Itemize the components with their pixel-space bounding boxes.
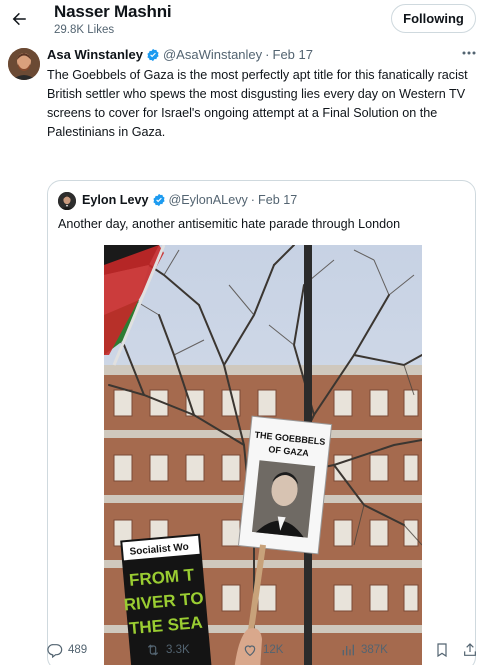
views-count: 387K [361, 644, 388, 656]
tweet-text: The Goebbels of Gaza is the most perfect… [47, 68, 468, 139]
profile-header: Nasser Mashni 29.8K Likes Following [0, 0, 482, 40]
avatar-image [8, 48, 40, 80]
tweet-date[interactable]: Feb 17 [273, 47, 313, 62]
repost-icon [147, 644, 159, 656]
more-icon [462, 51, 476, 55]
author-name[interactable]: Asa Winstanley [47, 47, 143, 62]
separator: · [265, 47, 270, 62]
like-icon [244, 645, 256, 657]
share-icon [464, 643, 476, 656]
reply-button[interactable]: 489 [47, 640, 87, 660]
back-arrow-icon [12, 12, 26, 26]
views-icon [342, 644, 354, 656]
protest-photo: THE GOEBBELS OF GAZA Socialist Wo FROM T… [104, 245, 422, 665]
profile-likes-count: 29.8K Likes [54, 24, 115, 36]
quote-avatar-image [58, 192, 76, 210]
quote-text: Another day, another antisemitic hate pa… [58, 217, 401, 231]
quote-avatar[interactable] [58, 192, 76, 210]
quote-author-handle[interactable]: @EylonALevy [169, 193, 248, 207]
quote-header: Eylon Levy @EylonALevy · Feb 17 [82, 193, 297, 207]
quote-photo[interactable]: THE GOEBBELS OF GAZA Socialist Wo FROM T… [104, 245, 422, 665]
share-button[interactable] [462, 640, 482, 660]
verified-badge-icon [147, 48, 159, 61]
verified-badge-icon [152, 193, 165, 207]
like-button[interactable]: 12K [242, 640, 283, 660]
reply-icon [47, 644, 63, 658]
avatar[interactable] [8, 48, 40, 80]
back-button[interactable] [6, 6, 32, 32]
quote-date[interactable]: Feb 17 [258, 193, 297, 207]
author-handle[interactable]: @AsaWinstanley [163, 47, 262, 62]
repost-count: 3.3K [166, 644, 190, 656]
tweet-header: Asa Winstanley @AsaWinstanley · Feb 17 [47, 47, 313, 62]
views-button[interactable]: 387K [340, 640, 388, 660]
quote-author-name[interactable]: Eylon Levy [82, 193, 149, 207]
quoted-tweet[interactable]: Eylon Levy @EylonALevy · Feb 17 Another … [47, 180, 476, 665]
bookmark-icon [437, 643, 447, 658]
repost-button[interactable]: 3.3K [145, 640, 190, 660]
tweet-actions: 489 3.3K 12K 387K [0, 640, 482, 662]
profile-name: Nasser Mashni [54, 2, 172, 21]
reply-count: 489 [68, 644, 88, 656]
separator: · [250, 193, 255, 207]
following-button[interactable]: Following [391, 4, 476, 33]
more-button[interactable] [460, 46, 478, 60]
bookmark-button[interactable] [434, 640, 455, 660]
like-count: 12K [263, 644, 284, 656]
